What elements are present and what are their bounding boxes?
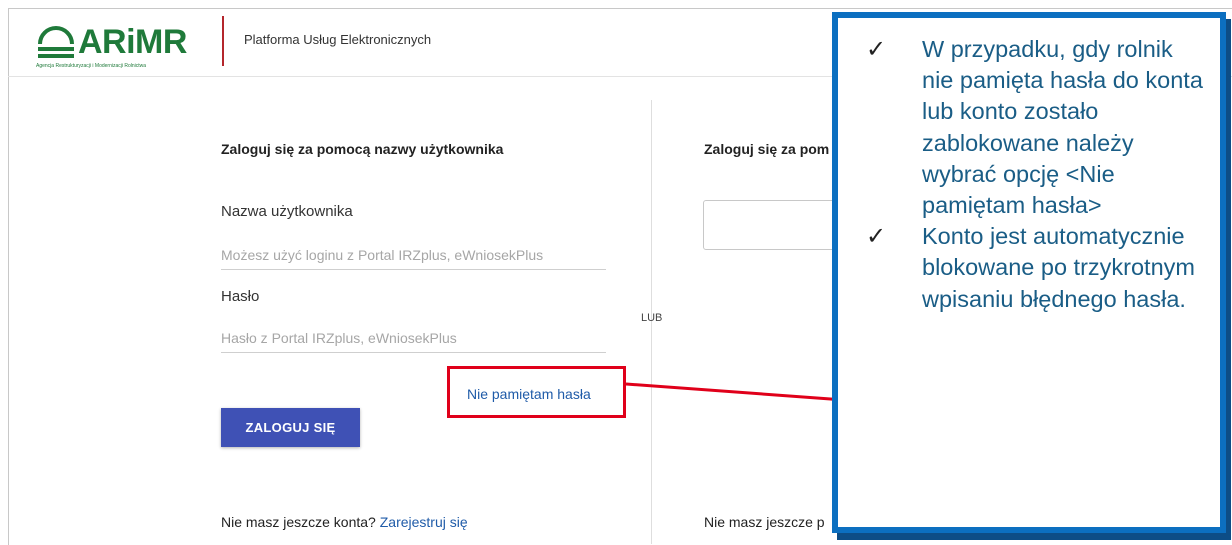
callout-list: ✓ W przypadku, gdy rolnik nie pamięta ha…	[866, 34, 1206, 315]
username-input[interactable]	[221, 247, 606, 270]
platform-title: Platforma Usług Elektronicznych	[244, 32, 432, 47]
forgot-password-link[interactable]: Nie pamiętam hasła	[467, 386, 591, 402]
login-button[interactable]: ZALOGUJ SIĘ	[221, 408, 360, 447]
callout-item: ✓ Konto jest automatycznie blokowane po …	[866, 221, 1206, 315]
alternative-login-title: Zaloguj się za pom	[704, 141, 830, 157]
checkmark-icon: ✓	[866, 222, 887, 251]
register-link[interactable]: Zarejestruj się	[380, 514, 468, 530]
arimr-logo[interactable]: ARiMR Agencja Restrukturyzacji i Moderni…	[36, 22, 196, 70]
username-login-title: Zaloguj się za pomocą nazwy użytkownika	[221, 141, 504, 157]
logo-subtitle: Agencja Restrukturyzacji i Modernizacji …	[36, 63, 147, 69]
callout-item-text: W przypadku, gdy rolnik nie pamięta hasł…	[922, 36, 1203, 219]
logo-emblem-icon	[38, 26, 74, 58]
or-divider-text: LUB	[641, 312, 663, 324]
alternative-register-prompt: Nie masz jeszcze p	[704, 514, 825, 530]
logo-text: ARiMR	[78, 23, 187, 61]
password-input[interactable]	[221, 330, 606, 353]
username-label: Nazwa użytkownika	[221, 203, 353, 220]
register-prompt: Nie masz jeszcze konta? Zarejestruj się	[221, 514, 468, 530]
callout-item-text: Konto jest automatycznie blokowane po tr…	[922, 223, 1195, 312]
callout-item: ✓ W przypadku, gdy rolnik nie pamięta ha…	[866, 34, 1206, 221]
password-label: Hasło	[221, 288, 260, 305]
register-prompt-text: Nie masz jeszcze konta?	[221, 514, 376, 530]
checkmark-icon: ✓	[866, 35, 887, 63]
header-divider	[222, 16, 224, 66]
info-callout: ✓ W przypadku, gdy rolnik nie pamięta ha…	[832, 12, 1226, 533]
